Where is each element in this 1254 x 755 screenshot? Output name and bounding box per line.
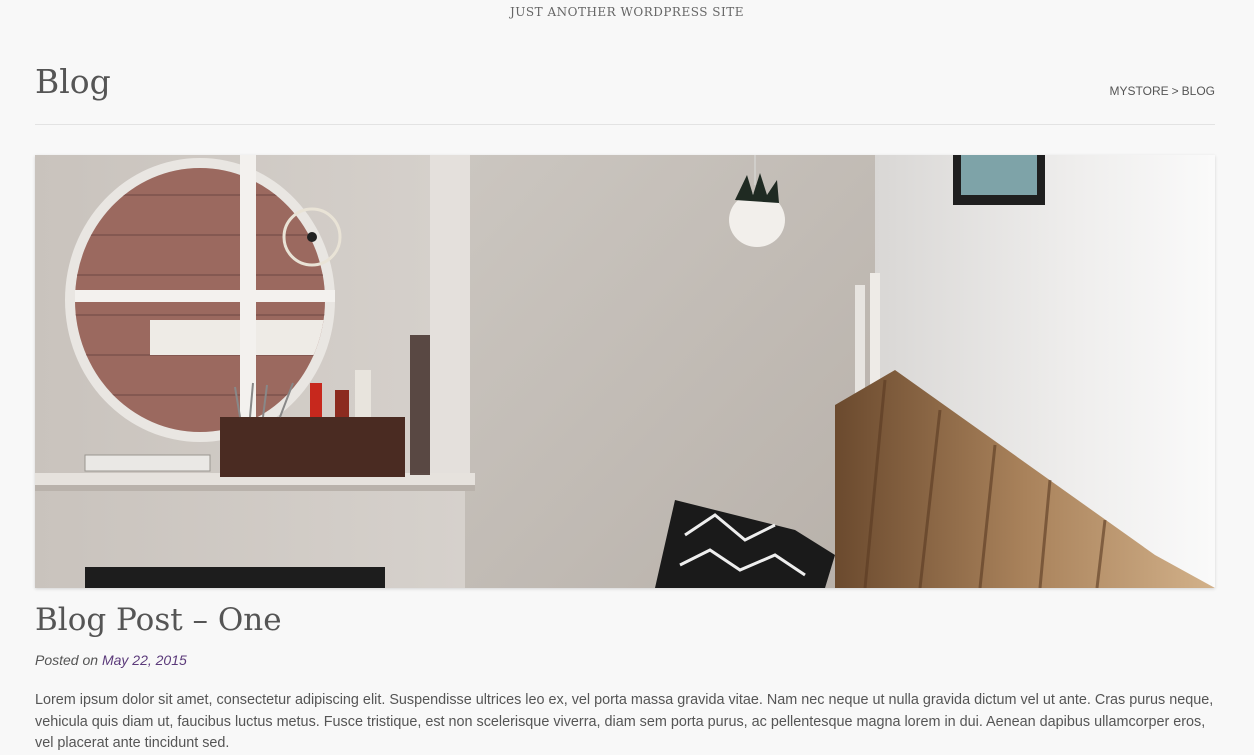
post-excerpt: Lorem ipsum dolor sit amet, consectetur …	[35, 692, 1214, 751]
page-title: Blog	[35, 62, 111, 101]
site-tagline: JUST ANOTHER WORDPRESS SITE	[509, 5, 744, 19]
breadcrumb-separator: >	[1171, 84, 1179, 98]
post-title[interactable]: Blog Post – One	[35, 602, 282, 638]
post-meta-prefix: Posted on	[35, 652, 99, 668]
breadcrumb: MYSTORE > BLOG	[1110, 84, 1216, 98]
featured-image-illustration	[35, 155, 1215, 588]
breadcrumb-current: BLOG	[1181, 84, 1215, 98]
header-divider	[35, 124, 1215, 125]
post-meta: Posted on May 22, 2015	[35, 652, 187, 668]
post-date-link[interactable]: May 22, 2015	[102, 652, 187, 668]
breadcrumb-home-link[interactable]: MYSTORE	[1110, 84, 1169, 98]
featured-image[interactable]	[35, 155, 1215, 588]
